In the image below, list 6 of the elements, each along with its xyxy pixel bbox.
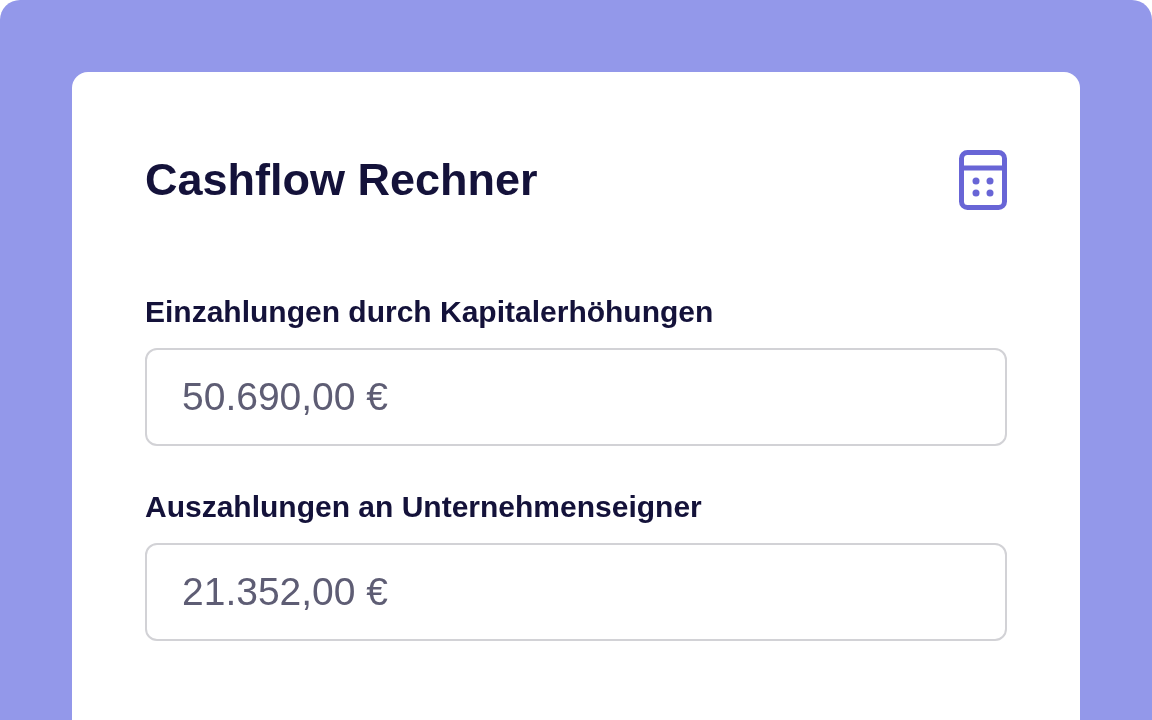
calculator-icon xyxy=(959,150,1007,210)
field-label: Auszahlungen an Unternehmenseigner xyxy=(145,489,703,525)
input-field[interactable]: 21.352,00 € xyxy=(145,543,1007,641)
input-field[interactable]: 50.690,00 € xyxy=(145,348,1007,446)
field-label: Einzahlungen durch Kapitalerhöhungen xyxy=(145,294,715,330)
card-title: Cashflow Rechner xyxy=(145,154,538,206)
